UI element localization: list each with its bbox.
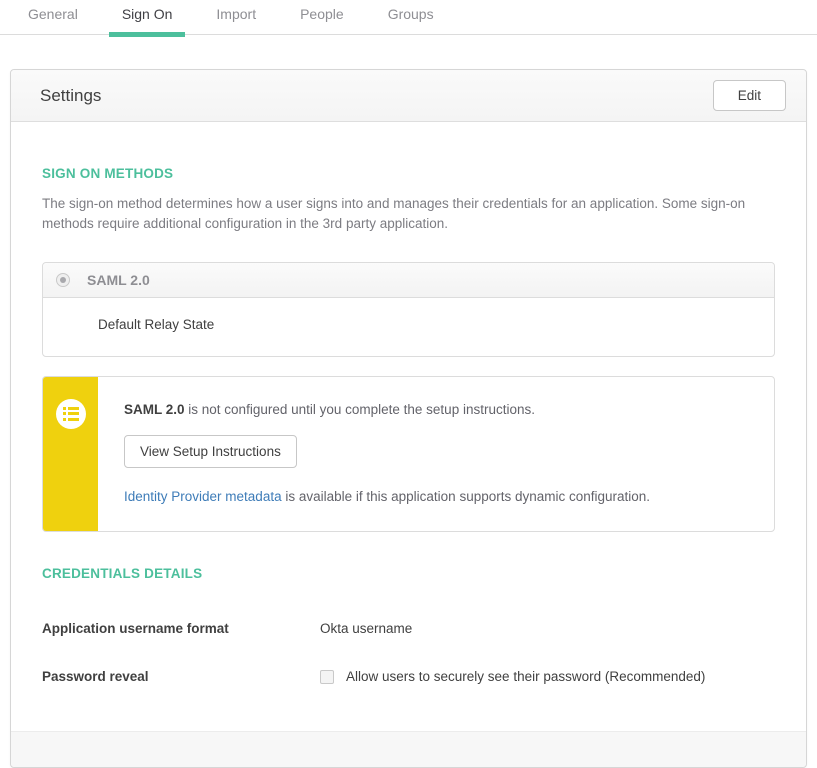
application-username-format-value: Okta username xyxy=(320,621,412,636)
sign-on-methods-heading: SIGN ON METHODS xyxy=(42,166,775,181)
app-tabbar: General Sign On Import People Groups xyxy=(0,0,817,35)
credentials-details-heading: CREDENTIALS DETAILS xyxy=(42,566,775,581)
list-icon xyxy=(56,399,86,429)
password-reveal-checkbox-label: Allow users to securely see their passwo… xyxy=(346,669,705,684)
settings-panel-footer xyxy=(11,731,806,767)
notice-stripe xyxy=(43,377,98,532)
notice-content: SAML 2.0 is not configured until you com… xyxy=(98,377,774,532)
sign-on-methods-description: The sign-on method determines how a user… xyxy=(42,194,775,235)
panel-title: Settings xyxy=(40,86,101,106)
default-relay-state-label: Default Relay State xyxy=(98,317,214,332)
settings-panel-body: SIGN ON METHODS The sign-on method deter… xyxy=(11,122,806,731)
notice-message: SAML 2.0 is not configured until you com… xyxy=(124,401,754,420)
saml-radio-button[interactable] xyxy=(56,273,70,287)
saml-setup-notice: SAML 2.0 is not configured until you com… xyxy=(42,376,775,533)
notice-message-rest: is not configured until you complete the… xyxy=(185,402,535,417)
edit-button[interactable]: Edit xyxy=(713,80,786,111)
metadata-line-rest: is available if this application support… xyxy=(282,489,650,504)
metadata-line: Identity Provider metadata is available … xyxy=(124,488,754,507)
saml-method-header: SAML 2.0 xyxy=(43,263,774,298)
saml-method-box: SAML 2.0 Default Relay State xyxy=(42,262,775,357)
saml-method-body: Default Relay State xyxy=(43,298,774,356)
tab-sign-on[interactable]: Sign On xyxy=(109,0,186,34)
application-username-format-row: Application username format Okta usernam… xyxy=(42,621,775,636)
password-reveal-label: Password reveal xyxy=(42,669,320,684)
application-username-format-label: Application username format xyxy=(42,621,320,636)
notice-method-name: SAML 2.0 xyxy=(124,402,185,417)
tab-import[interactable]: Import xyxy=(203,0,269,34)
view-setup-instructions-button[interactable]: View Setup Instructions xyxy=(124,435,297,468)
tab-people[interactable]: People xyxy=(287,0,357,34)
password-reveal-row: Password reveal Allow users to securely … xyxy=(42,669,775,684)
identity-provider-metadata-link[interactable]: Identity Provider metadata xyxy=(124,489,282,504)
saml-method-name: SAML 2.0 xyxy=(87,272,150,288)
tab-groups[interactable]: Groups xyxy=(375,0,447,34)
tab-general[interactable]: General xyxy=(15,0,91,34)
settings-panel: Settings Edit SIGN ON METHODS The sign-o… xyxy=(10,69,807,768)
password-reveal-checkbox[interactable] xyxy=(320,670,334,684)
settings-panel-header: Settings Edit xyxy=(11,70,806,122)
